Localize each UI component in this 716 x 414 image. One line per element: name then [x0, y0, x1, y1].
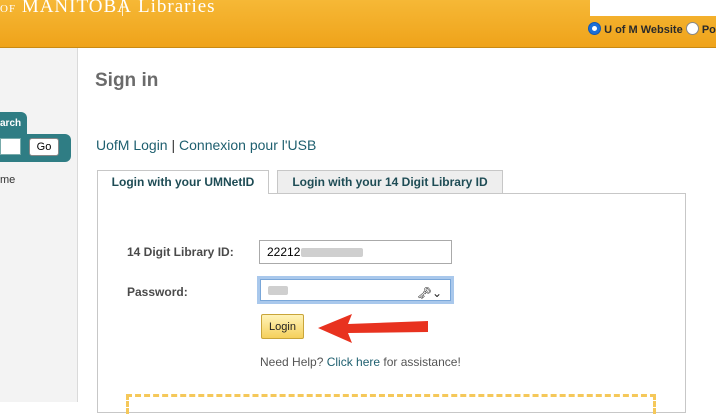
site-header: OF MANITOBA Libraries U of M Website Po	[0, 0, 716, 48]
sidebar-link[interactable]: me	[0, 174, 15, 186]
page-title: Sign in	[95, 70, 159, 91]
header-search-input[interactable]	[590, 0, 716, 16]
sidebar-search-input[interactable]	[0, 138, 21, 155]
sidebar	[0, 48, 78, 402]
university-logo[interactable]: OF MANITOBA Libraries	[0, 0, 215, 20]
search-scope-radios: U of M Website Po	[588, 22, 716, 36]
help-text: Need Help? Click here for assistance!	[260, 355, 461, 369]
sidebar-search-box: Go	[0, 134, 71, 162]
arrow-shape	[318, 314, 428, 343]
password-field[interactable]: 🗝⌄	[260, 279, 451, 301]
help-prefix: Need Help?	[260, 355, 324, 369]
library-id-value: 22212	[267, 245, 301, 259]
brand-of: OF	[0, 3, 17, 15]
blurred-digits	[301, 248, 364, 257]
uofm-login-link[interactable]: UofM Login	[96, 137, 168, 153]
link-separator: |	[171, 137, 176, 153]
library-id-label: 14 Digit Library ID:	[127, 245, 234, 259]
radio-uofm-label: U of M Website	[604, 24, 683, 36]
radio-other-label: Po	[701, 24, 716, 36]
usb-login-link[interactable]: Connexion pour l'USB	[179, 137, 316, 153]
brand-divider	[122, 0, 123, 16]
brand-libraries: Libraries	[138, 0, 216, 17]
login-panel	[97, 193, 686, 413]
sidebar-search-tab[interactable]: arch	[0, 112, 27, 136]
library-id-field[interactable]: 22212	[259, 240, 452, 264]
tab-library-id[interactable]: Login with your 14 Digit Library ID	[277, 170, 503, 193]
brand-name: MANITOBA	[21, 0, 132, 17]
radio-uofm-website[interactable]	[588, 22, 601, 35]
password-mask	[268, 286, 288, 295]
key-icon[interactable]: 🗝⌄	[417, 283, 442, 303]
help-suffix: for assistance!	[383, 355, 461, 369]
click-here-link[interactable]: Click here	[327, 355, 380, 369]
login-type-links: UofM Login | Connexion pour l'USB	[96, 137, 316, 153]
password-label: Password:	[127, 285, 188, 299]
red-arrow-annotation	[318, 314, 428, 343]
tab-umnetid[interactable]: Login with your UMNetID	[97, 170, 269, 194]
dashed-info-box	[126, 394, 656, 414]
go-button[interactable]: Go	[29, 138, 59, 156]
radio-other[interactable]	[685, 22, 699, 35]
login-button[interactable]: Login	[261, 314, 304, 339]
